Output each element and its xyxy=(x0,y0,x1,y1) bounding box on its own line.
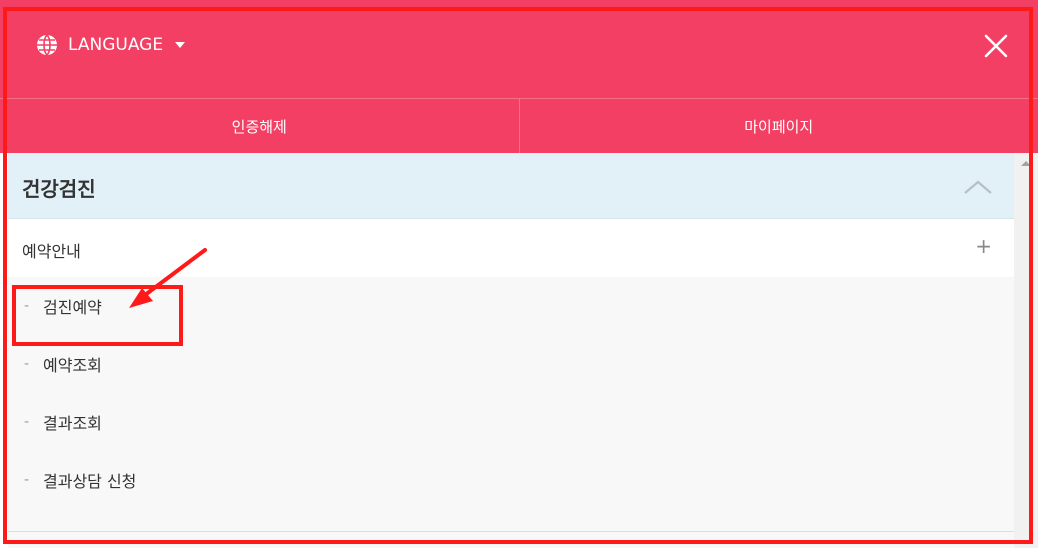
menu-item-checkup-reservation[interactable]: - 검진예약 xyxy=(8,277,1014,335)
menu-items: - 검진예약 - 예약조회 - 결과조회 - 결과상담 신청 xyxy=(8,277,1014,509)
logout-button[interactable]: 인증해제 xyxy=(0,99,519,153)
item-label: 결과상담 신청 xyxy=(43,472,137,491)
divider xyxy=(8,531,1014,532)
menu-panel: 건강검진 예약안내 + - 검진예약 - 예약조회 - 결과조회 - 결과상담 … xyxy=(8,153,1014,548)
menu-section-health-checkup[interactable]: 건강검진 xyxy=(8,153,1014,219)
menu-item-result-lookup[interactable]: - 결과조회 xyxy=(8,393,1014,451)
close-icon[interactable] xyxy=(984,34,1008,58)
mypage-button[interactable]: 마이페이지 xyxy=(518,99,1038,153)
language-label: LANGUAGE xyxy=(68,35,164,55)
section-title: 건강검진 xyxy=(22,177,96,201)
globe-icon xyxy=(36,34,58,56)
dash-bullet: - xyxy=(24,298,30,314)
item-label: 예약조회 xyxy=(43,356,102,375)
chevron-up-icon xyxy=(964,179,992,194)
menu-item-reservation-lookup[interactable]: - 예약조회 xyxy=(8,335,1014,393)
item-label: 결과조회 xyxy=(43,414,102,433)
menu-header: LANGUAGE xyxy=(0,0,1038,98)
plus-icon: + xyxy=(975,234,992,258)
scrollbar[interactable] xyxy=(1014,153,1038,548)
dash-bullet: - xyxy=(24,414,30,430)
sub-title: 예약안내 xyxy=(22,242,81,261)
language-selector[interactable]: LANGUAGE xyxy=(36,34,186,56)
mobile-menu-screenshot: LANGUAGE 인증해제 마이페이지 건강검진 예약안내 + - 검진예약 -… xyxy=(0,0,1038,548)
item-label: 검진예약 xyxy=(43,298,102,317)
caret-down-icon xyxy=(175,42,186,48)
dash-bullet: - xyxy=(24,472,30,488)
scroll-up-arrow-icon[interactable] xyxy=(1021,161,1031,166)
menu-item-result-consultation[interactable]: - 결과상담 신청 xyxy=(8,451,1014,509)
menu-sub-reservation-info[interactable]: 예약안내 + xyxy=(8,219,1014,277)
auth-bar: 인증해제 마이페이지 xyxy=(0,98,1038,153)
dash-bullet: - xyxy=(24,356,30,372)
